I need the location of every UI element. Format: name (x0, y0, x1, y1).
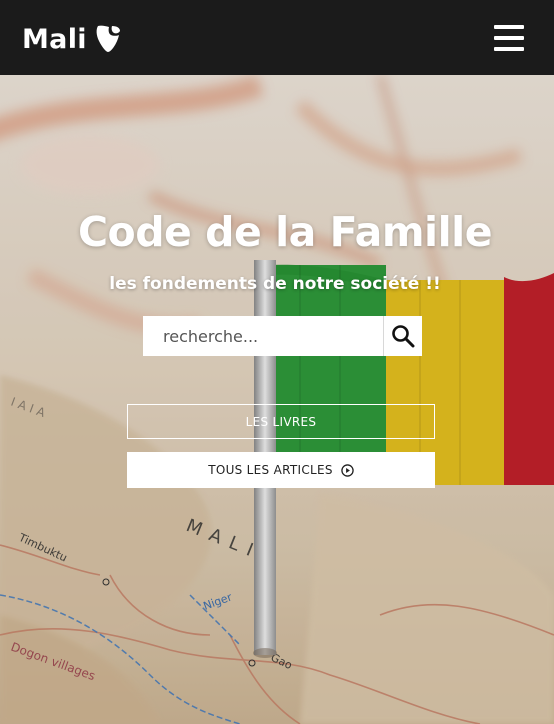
typo3-logo-icon (96, 25, 120, 52)
hero-section: MALI Timbuktu Niger Gao Dogon villages I… (0, 75, 554, 724)
play-circle-icon (341, 463, 354, 477)
books-button-label: LES LIVRES (245, 414, 317, 429)
hamburger-menu-icon[interactable] (494, 25, 524, 51)
top-navbar: Mali (0, 0, 554, 75)
page-subtitle: les fondements de notre société !! (109, 274, 441, 294)
search-button[interactable] (383, 316, 422, 356)
map-flag-background-image: MALI Timbuktu Niger Gao Dogon villages I… (0, 75, 554, 724)
search-input[interactable] (143, 316, 379, 356)
search-form (143, 316, 422, 356)
search-icon (392, 325, 415, 348)
all-articles-button[interactable]: TOUS LES ARTICLES (127, 452, 435, 488)
books-button[interactable]: LES LIVRES (127, 404, 435, 439)
all-articles-button-label: TOUS LES ARTICLES (208, 463, 333, 477)
brand-text: Mali (22, 23, 87, 55)
brand-link[interactable]: Mali (22, 22, 121, 56)
page-title: Code de la Famille (77, 208, 493, 256)
